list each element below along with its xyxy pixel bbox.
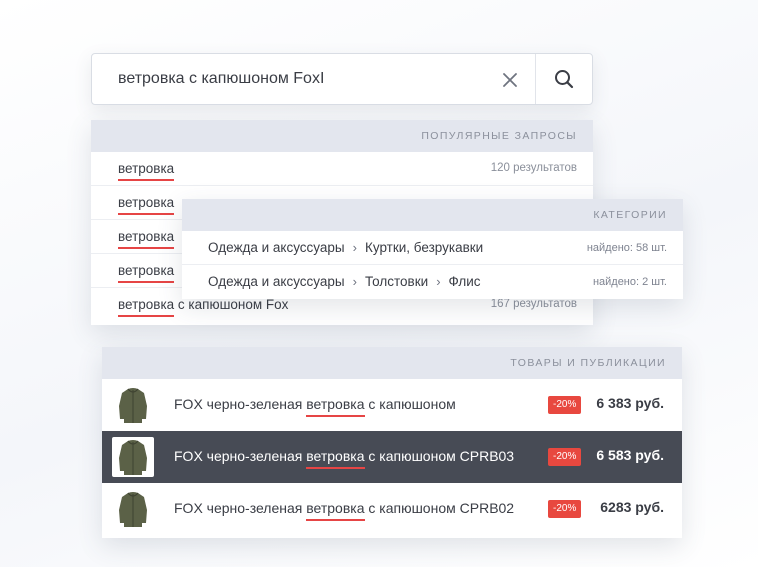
discount-badge: -20% xyxy=(548,396,582,414)
found-count: найдено: 58 шт. xyxy=(586,242,667,254)
query-match: ветровка xyxy=(118,297,175,317)
query-text: ветровка xyxy=(118,263,175,283)
title-prefix: FOX черно-зеленая xyxy=(174,500,307,516)
popular-query-item[interactable]: ветровка 120 результатов xyxy=(91,152,593,186)
product-price: 6 583 руб. xyxy=(596,447,664,463)
chevron-right-icon: › xyxy=(352,274,357,289)
found-count: найдено: 2 шт. xyxy=(592,276,667,288)
title-match: ветровка xyxy=(306,500,365,521)
chevron-right-icon: › xyxy=(436,274,441,289)
category-level: Одежда и аксуссуары xyxy=(208,240,345,255)
title-match: ветровка xyxy=(306,396,365,417)
jacket-icon xyxy=(112,489,154,529)
chevron-right-icon: › xyxy=(352,240,357,255)
clear-icon[interactable] xyxy=(496,66,524,94)
jacket-icon xyxy=(112,437,154,477)
query-text: ветровка xyxy=(118,195,175,215)
category-level: Толстовки xyxy=(364,274,429,289)
query-match: ветровка xyxy=(118,263,175,283)
title-suffix: с капюшоном xyxy=(364,396,456,412)
product-row[interactable]: FOX черно-зеленая ветровка с капюшоном -… xyxy=(102,379,682,431)
category-item[interactable]: Одежда и аксуссуары › Толстовки › Флис н… xyxy=(182,265,683,299)
product-row[interactable]: FOX черно-зеленая ветровка с капюшоном C… xyxy=(102,483,682,535)
search-icon[interactable] xyxy=(536,54,592,104)
product-row-selected[interactable]: FOX черно-зеленая ветровка с капюшоном C… xyxy=(102,431,682,483)
discount-badge: -20% xyxy=(548,500,582,518)
product-title: FOX черно-зеленая ветровка с капюшоном C… xyxy=(174,500,515,521)
search-input[interactable]: ветровка с капюшоном FoxI xyxy=(118,70,324,88)
query-text: ветровка xyxy=(118,161,175,181)
product-title: FOX черно-зеленая ветровка с капюшоном C… xyxy=(174,448,515,469)
category-breadcrumb: Одежда и аксуссуары › Толстовки › Флис xyxy=(208,274,481,289)
product-price: 6283 руб. xyxy=(600,499,664,515)
title-suffix: с капюшоном CPRB03 xyxy=(364,448,515,464)
title-match: ветровка xyxy=(306,448,365,469)
query-rest: с капюшоном Fox xyxy=(174,297,289,312)
title-prefix: FOX черно-зеленая xyxy=(174,396,307,412)
title-prefix: FOX черно-зеленая xyxy=(174,448,307,464)
product-title: FOX черно-зеленая ветровка с капюшоном xyxy=(174,396,456,417)
query-match: ветровка xyxy=(118,229,175,249)
title-suffix: с капюшоном CPRB02 xyxy=(364,500,515,516)
category-level: Куртки, безрукавки xyxy=(364,240,484,255)
jacket-icon xyxy=(112,385,154,425)
category-breadcrumb: Одежда и аксуссуары › Куртки, безрукавки xyxy=(208,240,483,255)
category-level: Флис xyxy=(448,274,481,289)
categories-header: КАТЕГОРИИ xyxy=(182,199,683,231)
products-header: ТОВАРЫ И ПУБЛИКАЦИИ xyxy=(102,347,682,379)
result-count: 120 результатов xyxy=(490,162,577,174)
category-item[interactable]: Одежда и аксуссуары › Куртки, безрукавки… xyxy=(182,231,683,265)
popular-queries-header: ПОПУЛЯРНЫЕ ЗАПРОСЫ xyxy=(91,120,593,152)
products-panel: ТОВАРЫ И ПУБЛИКАЦИИ FOX черно-зеленая ве… xyxy=(102,347,682,538)
discount-badge: -20% xyxy=(548,448,582,466)
search-bar: ветровка с капюшоном FoxI xyxy=(91,53,593,105)
product-price: 6 383 руб. xyxy=(596,395,664,411)
query-text: ветровка xyxy=(118,229,175,249)
query-text: ветровка с капюшоном Fox xyxy=(118,297,289,317)
category-level: Одежда и аксуссуары xyxy=(208,274,345,289)
query-match: ветровка xyxy=(118,195,175,215)
categories-panel: КАТЕГОРИИ Одежда и аксуссуары › Куртки, … xyxy=(182,199,683,299)
result-count: 167 результатов xyxy=(490,298,577,310)
query-match: ветровка xyxy=(118,161,175,181)
